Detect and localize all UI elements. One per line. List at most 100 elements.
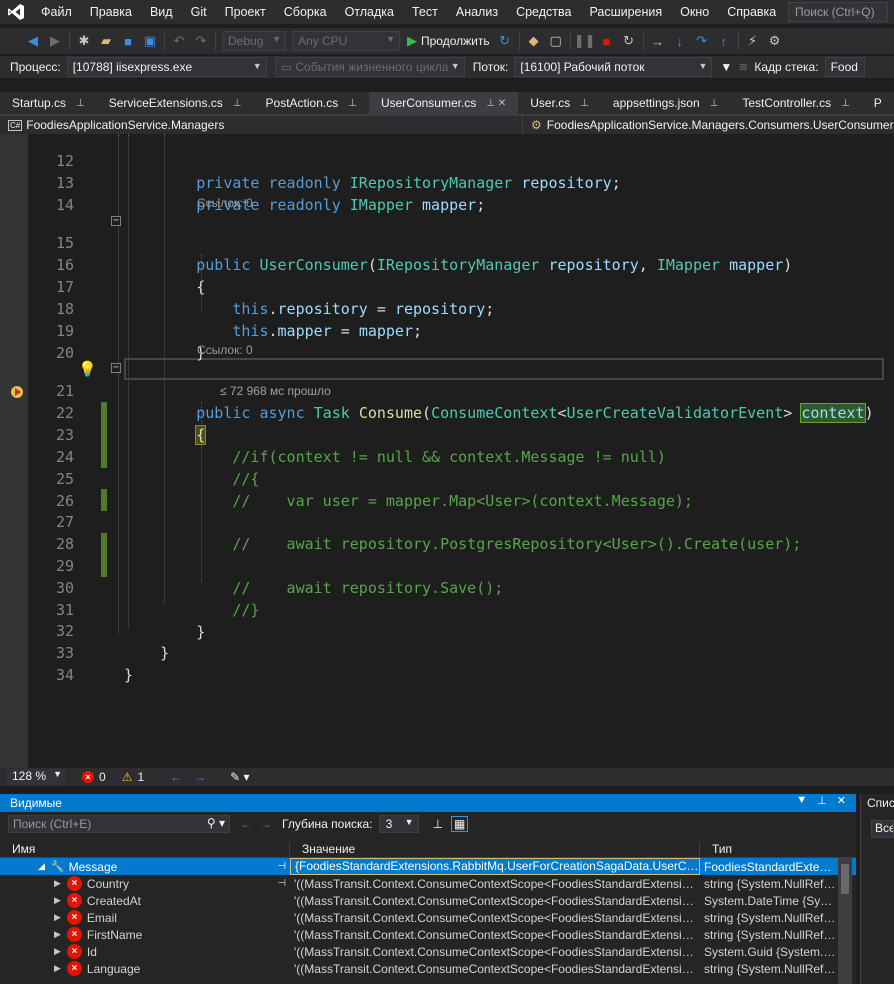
lifecycle-events-select[interactable]: ▭ События жизненного цикла ▼ (274, 57, 465, 77)
step-over-icon[interactable]: ↷ (691, 30, 713, 52)
locals-row[interactable]: ▶ × FirstName '((MassTransit.Context.Consum… (0, 926, 856, 943)
pin-icon[interactable]: ⊥ (817, 794, 827, 807)
locals-row[interactable]: ▶ × Country ⊣ '((MassTransit.Context.Consume… (0, 875, 856, 892)
prev-issue-icon[interactable]: ← (170, 770, 182, 784)
code-editor[interactable]: − − 12 private readonly IRepositoryManag… (0, 134, 894, 768)
locals-row[interactable]: ▶ × Id '((MassTransit.Context.ConsumeContex… (0, 943, 856, 960)
refresh-icon[interactable]: ↻ (494, 30, 516, 52)
hex-view-icon[interactable]: ▦ (451, 816, 469, 832)
search-depth-select[interactable]: 3 ▼ (378, 815, 419, 833)
expand-icon[interactable]: ▶ (54, 895, 61, 906)
tab-pin-close-icon[interactable]: ⊥ ✕ (486, 93, 506, 114)
visual-studio-logo-icon[interactable] (0, 0, 32, 24)
locals-value[interactable]: '((MassTransit.Context.ConsumeContextSco… (290, 894, 700, 908)
show-next-statement-icon[interactable]: → (647, 30, 669, 52)
pause-icon[interactable]: ❚❚ (574, 30, 596, 52)
expand-icon[interactable]: ▶ (54, 912, 61, 923)
column-type-header[interactable]: Тип (700, 842, 836, 857)
attach-icon[interactable]: ◆ (523, 30, 545, 52)
menu-item-5[interactable]: Сборка (275, 0, 336, 24)
menu-item-6[interactable]: Отладка (336, 0, 403, 24)
expand-icon[interactable]: ▶ (54, 946, 61, 957)
column-value-header[interactable]: Значение (290, 842, 700, 857)
locals-value[interactable]: '((MassTransit.Context.ConsumeContextSco… (290, 877, 700, 891)
pin-columns-icon[interactable]: ⊥ (433, 817, 443, 831)
filter-icon[interactable]: ▼ (720, 60, 732, 74)
hot-reload-icon[interactable]: ⚡ (742, 30, 764, 52)
undo-icon[interactable]: ↶ (168, 30, 190, 52)
locals-scrollbar-thumb[interactable] (841, 864, 849, 894)
search-forward-icon[interactable]: → (260, 817, 272, 831)
configuration-select[interactable]: Debug ▼ (222, 31, 286, 51)
tab-pin-icon[interactable]: ⊥ (348, 93, 357, 114)
tab-5[interactable]: appsettings.json ⊥ (601, 92, 730, 114)
menu-item-3[interactable]: Git (182, 0, 216, 24)
locals-row[interactable]: ▶ × Language '((MassTransit.Context.Consume… (0, 960, 856, 977)
tab-pin-icon[interactable]: ⊥ (841, 93, 850, 114)
lightbulb-icon[interactable]: 💡 (78, 360, 97, 378)
expand-icon[interactable]: ▶ (54, 929, 61, 940)
menu-item-4[interactable]: Проект (216, 0, 275, 24)
expand-icon[interactable]: ▶ (54, 963, 61, 974)
locals-value[interactable]: '((MassTransit.Context.ConsumeContextSco… (290, 911, 700, 925)
menu-item-0[interactable]: Файл (32, 0, 81, 24)
process-select[interactable]: [10788] iisexpress.exe ▼ (66, 57, 267, 77)
menu-item-7[interactable]: Тест (403, 0, 447, 24)
tab-3[interactable]: UserConsumer.cs ⊥ ✕ (368, 92, 519, 114)
save-icon[interactable]: ■ (117, 30, 139, 52)
tools-icon[interactable]: ⚙ (764, 30, 786, 52)
class-select[interactable]: ⚙ FoodiesApplicationService.Managers.Cons… (523, 116, 894, 134)
zoom-select[interactable]: 128 % ▼ (6, 769, 66, 785)
search-back-icon[interactable]: ← (240, 817, 252, 831)
locals-value[interactable]: {FoodiesStandardExtensions.RabbitMq.User… (290, 858, 700, 875)
new-item-icon[interactable]: ✱ (73, 30, 95, 52)
project-select[interactable]: C# FoodiesApplicationService.Managers (0, 116, 523, 134)
menu-item-11[interactable]: Окно (671, 0, 718, 24)
references-codelens-method[interactable]: Ссылок: 0 (197, 343, 253, 359)
tab-pin-icon[interactable]: ⊥ (233, 93, 242, 114)
tab-0[interactable]: Startup.cs ⊥ (0, 92, 97, 114)
back-icon[interactable]: ◀ (22, 30, 44, 52)
menu-item-8[interactable]: Анализ (447, 0, 507, 24)
collapse-icon[interactable]: ◢ (38, 861, 45, 872)
menu-item-2[interactable]: Вид (141, 0, 182, 24)
side-panel-filter[interactable]: Все (871, 820, 894, 838)
tab-2[interactable]: PostAction.cs ⊥ (254, 92, 369, 114)
tab-7[interactable]: P (862, 92, 894, 114)
pin-value-icon[interactable]: ⊣ (277, 861, 286, 872)
errors-indicator[interactable]: × 0 (82, 770, 106, 784)
tab-6[interactable]: TestController.cs ⊥ (730, 92, 861, 114)
locals-row[interactable]: ▶ × Email '((MassTransit.Context.ConsumeCon… (0, 909, 856, 926)
expand-icon[interactable]: ▶ (54, 878, 61, 889)
pin-value-icon[interactable]: ⊣ (277, 878, 286, 889)
tab-pin-icon[interactable]: ⊥ (76, 93, 85, 114)
stop-icon[interactable]: ■ (596, 30, 618, 52)
locals-value[interactable]: '((MassTransit.Context.ConsumeContextSco… (290, 945, 700, 959)
locals-value[interactable]: '((MassTransit.Context.ConsumeContextSco… (290, 962, 700, 976)
warnings-indicator[interactable]: ⚠ 1 (122, 770, 144, 784)
thread-select[interactable]: [16100] Рабочий поток ▼ (514, 57, 713, 77)
menu-item-10[interactable]: Расширения (580, 0, 671, 24)
column-name-header[interactable]: Имя (0, 842, 290, 857)
continue-button[interactable]: ▶ Продолжить (403, 33, 494, 49)
locals-row[interactable]: ◢ 🔧 Message ⊣ {FoodiesStandardExtensions.Rab… (0, 858, 856, 875)
cleanup-icon[interactable]: ✎ ▾ (230, 770, 249, 784)
locals-search-input[interactable]: Поиск (Ctrl+E) ⚲ ▾ (8, 815, 230, 833)
tab-4[interactable]: User.cs ⊥ (518, 92, 601, 114)
search-icon[interactable]: ⚲ ▾ (207, 816, 225, 830)
browser-icon[interactable]: ▢ (545, 30, 567, 52)
step-out-icon[interactable]: ↑ (713, 30, 735, 52)
save-all-icon[interactable]: ▣ (139, 30, 161, 52)
menu-item-12[interactable]: Справка (718, 0, 785, 24)
quick-search-input[interactable]: Поиск (Ctrl+Q) (788, 2, 888, 22)
step-into-icon[interactable]: ↓ (669, 30, 691, 52)
next-issue-icon[interactable]: → (194, 770, 206, 784)
panel-menu-icon[interactable]: ▼ (796, 794, 807, 807)
open-folder-icon[interactable]: ▰ (95, 30, 117, 52)
tab-pin-icon[interactable]: ⊥ (580, 93, 589, 114)
close-icon[interactable]: ✕ (837, 794, 846, 807)
locals-value[interactable]: '((MassTransit.Context.ConsumeContextSco… (290, 928, 700, 942)
toggle-icon[interactable]: ≋ (738, 60, 748, 74)
tab-1[interactable]: ServiceExtensions.cs ⊥ (97, 92, 254, 114)
redo-icon[interactable]: ↷ (190, 30, 212, 52)
